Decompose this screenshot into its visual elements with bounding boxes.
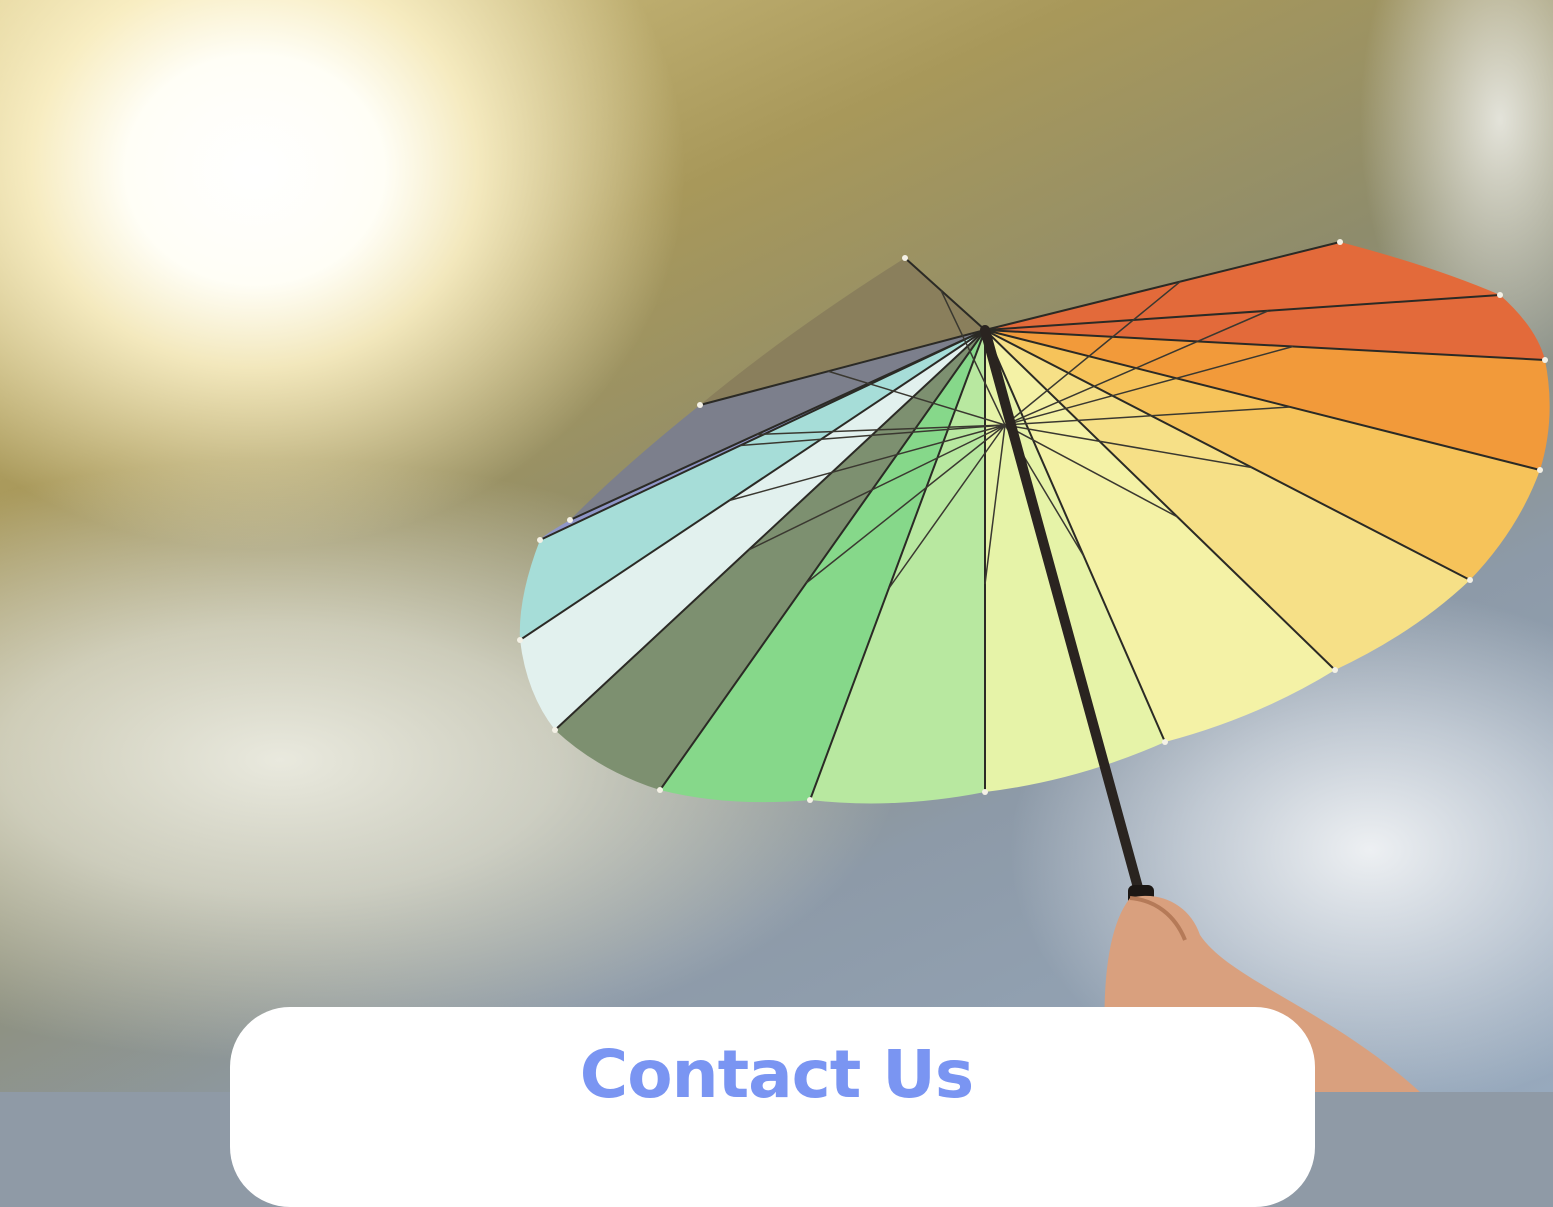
umbrella-rib-tip bbox=[552, 727, 558, 733]
umbrella-rib-tip bbox=[567, 517, 573, 523]
umbrella-rib-tip bbox=[1542, 357, 1548, 363]
umbrella-rib-tip bbox=[517, 637, 523, 643]
hero-photo bbox=[0, 0, 1553, 1092]
umbrella-rib-tip bbox=[1332, 667, 1338, 673]
umbrella-rib-tip bbox=[807, 797, 813, 803]
umbrella-rib-tip bbox=[657, 787, 663, 793]
umbrella-illustration bbox=[517, 239, 1550, 1092]
umbrella-rib-tip bbox=[902, 255, 908, 261]
contact-title: Contact Us bbox=[579, 1036, 974, 1113]
umbrella-rib-tip bbox=[537, 537, 543, 543]
umbrella-rib-tip bbox=[1337, 239, 1343, 245]
umbrella-rib-tip bbox=[1497, 292, 1503, 298]
umbrella-rib-tip bbox=[1467, 577, 1473, 583]
umbrella-rib-tip bbox=[1537, 467, 1543, 473]
umbrella-rib-tip bbox=[982, 789, 988, 795]
umbrella-rib-tip bbox=[1162, 739, 1168, 745]
umbrella-rib-tip bbox=[697, 402, 703, 408]
